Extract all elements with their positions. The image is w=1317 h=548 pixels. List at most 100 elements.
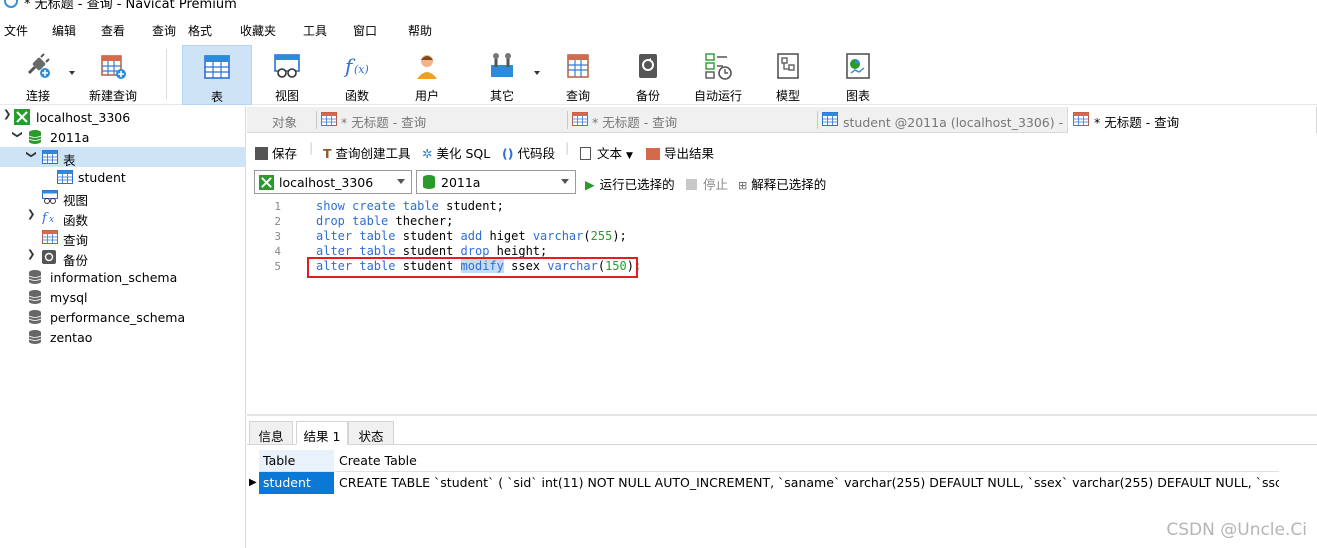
other-dropdown-icon[interactable] — [534, 71, 540, 75]
new-query-button[interactable]: 新建查询 — [82, 45, 144, 105]
save-button[interactable]: 保存 — [255, 143, 297, 162]
menu-window[interactable]: 窗口 — [353, 22, 377, 39]
tab-query-active[interactable]: * 无标题 - 查询 — [1067, 107, 1317, 133]
tree-item-queries[interactable]: 查询 — [0, 227, 246, 248]
line-number: 2 — [274, 215, 281, 228]
chevron-down-icon[interactable]: ❯ — [26, 150, 37, 158]
tree-item-database[interactable]: zentao — [0, 327, 246, 347]
toolbar-divider: | — [565, 140, 570, 155]
chart-icon — [846, 53, 870, 79]
model-button[interactable]: 模型 — [758, 45, 818, 105]
connection-label: localhost_3306 — [36, 110, 131, 125]
menu-help[interactable]: 帮助 — [408, 22, 432, 39]
tree-item-tables[interactable]: ❯ 表 — [0, 147, 246, 168]
menu-tools[interactable]: 工具 — [303, 22, 327, 39]
table-cell[interactable]: CREATE TABLE `student` ( `sid` int(11) N… — [335, 472, 1279, 494]
connection-selector-row: localhost_3306 2011a ▶ 运行已选择的 停止 ⊞ 解释已选择的 — [247, 168, 1317, 195]
export-results-button[interactable]: 导出结果 — [646, 143, 714, 162]
code-line: drop table thecher; — [316, 214, 454, 228]
tab-objects[interactable]: 对象 — [272, 107, 297, 133]
beautify-label: 美化 SQL — [436, 146, 491, 161]
menu-edit[interactable]: 编辑 — [52, 22, 76, 39]
other-button[interactable]: 其它 — [472, 45, 532, 105]
user-button[interactable]: 用户 — [397, 45, 457, 105]
tree-item-database[interactable]: mysql — [0, 287, 246, 307]
snippet-button[interactable]: () 代码段 — [502, 143, 555, 162]
text-button[interactable]: 文本 ▼ — [580, 143, 633, 162]
connect-button[interactable]: 连接 — [8, 45, 68, 105]
database-icon — [29, 270, 41, 284]
view-icon — [274, 54, 300, 78]
chevron-right-icon[interactable]: ❯ — [27, 249, 35, 260]
table-cell[interactable]: student — [259, 472, 334, 494]
tab-divider — [567, 111, 568, 129]
menu-favorites[interactable]: 收藏夹 — [240, 22, 276, 39]
chevron-down-icon[interactable] — [561, 179, 569, 184]
sql-editor[interactable]: 1 2 3 4 5 show create table student; dro… — [247, 197, 1317, 413]
view-label: 视图 — [274, 89, 299, 103]
connection-select[interactable]: localhost_3306 — [254, 170, 412, 194]
chevron-down-icon[interactable]: ▼ — [626, 151, 633, 161]
backup-label: 备份 — [635, 89, 660, 103]
stop-button[interactable]: 停止 — [686, 174, 728, 193]
table-icon — [204, 55, 230, 79]
auto-run-button[interactable]: 自动运行 — [688, 45, 748, 105]
database-icon — [29, 290, 41, 304]
table-button[interactable]: 表 — [182, 45, 252, 105]
svg-text:f: f — [42, 211, 49, 224]
save-label: 保存 — [272, 146, 298, 161]
menu-format[interactable]: 格式 — [188, 22, 212, 39]
plug-icon — [27, 53, 50, 78]
new-query-icon — [101, 55, 126, 79]
database-select[interactable]: 2011a — [416, 170, 576, 194]
query-label: 查询 — [565, 89, 590, 103]
table-label: 表 — [210, 90, 223, 104]
function-label: 函数 — [344, 89, 369, 103]
query-builder-button[interactable]: T 查询创建工具 — [323, 143, 411, 162]
tab-info[interactable]: 信息 — [249, 421, 293, 445]
connection-select-value: localhost_3306 — [279, 175, 374, 190]
function-button[interactable]: f (x) 函数 — [327, 45, 387, 105]
toolbar-divider: | — [309, 140, 314, 155]
explain-selected-button[interactable]: ⊞ 解释已选择的 — [738, 174, 826, 193]
menu-query[interactable]: 查询 — [152, 22, 176, 39]
chart-button[interactable]: 图表 — [828, 45, 888, 105]
tree-item-connection[interactable]: ❯ localhost_3306 — [0, 107, 246, 127]
chevron-down-icon[interactable]: ❯ — [12, 130, 23, 138]
tree-item-backups[interactable]: ❯ 备份 — [0, 247, 246, 268]
column-header[interactable]: Table — [259, 450, 334, 472]
tree-item-functions[interactable]: ❯ f x 函数 — [0, 207, 246, 228]
tab-label: * 无标题 - 查询 — [592, 115, 678, 130]
column-header[interactable]: Create Table — [335, 450, 1279, 472]
database-icon — [423, 175, 435, 189]
tree-item-views[interactable]: 视图 — [0, 187, 246, 208]
tab-result-1[interactable]: 结果 1 — [296, 421, 348, 445]
code-line: show create table student; — [316, 199, 504, 213]
view-button[interactable]: 视图 — [257, 45, 317, 105]
tree-item-database[interactable]: information_schema — [0, 267, 246, 287]
stop-icon — [686, 179, 697, 190]
chevron-down-icon[interactable] — [397, 179, 405, 184]
run-selected-button[interactable]: ▶ 运行已选择的 — [585, 174, 675, 193]
database-icon — [29, 310, 41, 324]
tab-status[interactable]: 状态 — [348, 421, 394, 445]
chevron-down-icon[interactable]: ❯ — [3, 109, 11, 120]
database-label: performance_schema — [50, 310, 186, 325]
tree-item-student[interactable]: student — [0, 167, 246, 187]
backup-button[interactable]: 备份 — [618, 45, 678, 105]
chevron-right-icon[interactable]: ❯ — [27, 209, 35, 220]
connect-dropdown-icon[interactable] — [69, 71, 75, 75]
svg-text:x: x — [49, 215, 54, 224]
row-pointer-icon: ▶ — [249, 477, 257, 488]
text-icon — [580, 147, 591, 160]
query-icon — [321, 112, 337, 126]
beautify-sql-button[interactable]: ✲ 美化 SQL — [422, 143, 490, 162]
query-button[interactable]: 查询 — [548, 45, 608, 105]
menu-view[interactable]: 查看 — [101, 22, 125, 39]
menu-file[interactable]: 文件 — [4, 22, 28, 39]
tree-item-database[interactable]: performance_schema — [0, 307, 246, 327]
tree-item-database[interactable]: ❯ 2011a — [0, 127, 246, 147]
document-tabs: 对象 * 无标题 - 查询 * 无标题 - 查询 student @2011a … — [247, 107, 1317, 133]
view-icon — [42, 190, 58, 204]
title-bar: * 无标题 - 查询 - Navicat Premium — [0, 0, 1317, 12]
